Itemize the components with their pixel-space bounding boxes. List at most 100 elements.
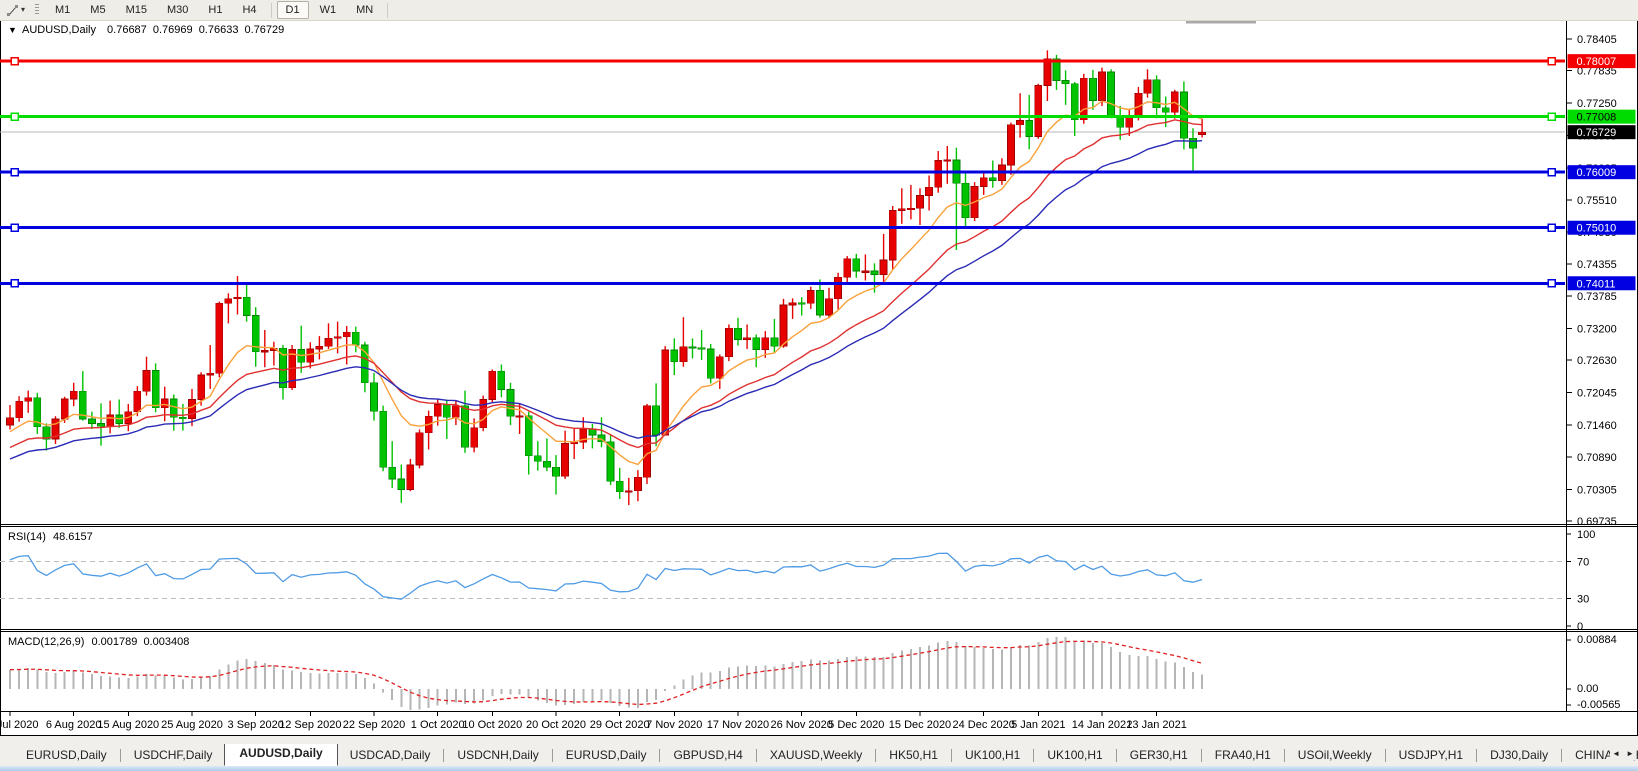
candle xyxy=(371,383,378,411)
chart-tab-uk100-h1[interactable]: UK100,H1 xyxy=(953,745,1032,766)
macd-name: MACD(12,26,9) xyxy=(8,636,84,648)
rsi-name: RSI(14) xyxy=(8,531,46,543)
candle xyxy=(525,416,532,456)
chart-tab-eurusd-daily[interactable]: EURUSD,Daily xyxy=(14,745,119,766)
title-close: 0.76729 xyxy=(245,24,285,36)
candle xyxy=(61,399,68,419)
timeframe-button-m15[interactable]: M15 xyxy=(117,1,156,19)
candle xyxy=(489,371,496,399)
chart-tab-usdchf-daily[interactable]: USDCHF,Daily xyxy=(122,745,225,766)
tab-divider xyxy=(756,749,757,762)
timeframe-button-mn[interactable]: MN xyxy=(347,1,382,19)
line-handle[interactable] xyxy=(1548,280,1555,287)
date-tick-label: 14 Jan 2021 xyxy=(1072,719,1133,731)
chart-tab-ger30-h1[interactable]: GER30,H1 xyxy=(1118,745,1200,766)
date-tick-label: 25 Aug 2020 xyxy=(161,719,223,731)
timeframe-button-h4[interactable]: H4 xyxy=(233,1,265,19)
candle xyxy=(1099,72,1106,100)
candle xyxy=(798,303,805,304)
candle xyxy=(88,419,95,423)
chart-tab-audusd-daily[interactable]: AUDUSD,Daily xyxy=(224,744,337,766)
date-tick-label: 29 Oct 2020 xyxy=(590,719,650,731)
candle xyxy=(980,178,987,187)
candle xyxy=(962,183,969,217)
hline-price-tag-label: 0.76009 xyxy=(1577,167,1617,179)
line-handle[interactable] xyxy=(11,224,18,231)
macd-axis-label: 0.00 xyxy=(1577,683,1598,695)
line-handle[interactable] xyxy=(1548,58,1555,65)
chart-tab-usoil-weekly[interactable]: USOil,Weekly xyxy=(1286,745,1384,766)
candle xyxy=(152,371,159,408)
chart-tab-usdcnh-daily[interactable]: USDCNH,Daily xyxy=(445,745,550,766)
candle xyxy=(862,271,869,272)
chart-tab-hk50-h1[interactable]: HK50,H1 xyxy=(877,745,950,766)
tab-divider xyxy=(1201,749,1202,762)
tab-divider xyxy=(1116,749,1117,762)
candle xyxy=(389,467,396,479)
line-handle[interactable] xyxy=(11,169,18,176)
timeframe-button-h1[interactable]: H1 xyxy=(199,1,231,19)
candle xyxy=(571,442,578,443)
chart-canvas[interactable]: 0.784050.778350.772500.766650.760850.755… xyxy=(0,0,1638,771)
rsi-axis-label: 30 xyxy=(1577,593,1589,605)
timeframe-button-m1[interactable]: M1 xyxy=(46,1,79,19)
chart-tab-fra40-h1[interactable]: FRA40,H1 xyxy=(1203,745,1283,766)
chart-tab-uk100-h1[interactable]: UK100,H1 xyxy=(1035,745,1114,766)
line-handle[interactable] xyxy=(1548,169,1555,176)
candle xyxy=(744,338,751,340)
date-tick-label: 24 Dec 2020 xyxy=(953,719,1015,731)
timeframe-button-w1[interactable]: W1 xyxy=(311,1,346,19)
chart-tab-usdcad-daily[interactable]: USDCAD,Daily xyxy=(338,745,443,766)
chart-tab-eurusd-daily[interactable]: EURUSD,Daily xyxy=(554,745,659,766)
chart-tab-dj30-daily[interactable]: DJ30,Daily xyxy=(1478,745,1560,766)
date-tick-label: 15 Dec 2020 xyxy=(889,719,951,731)
candle xyxy=(944,160,951,161)
candle xyxy=(216,303,223,373)
timeframe-button-m5[interactable]: M5 xyxy=(81,1,114,19)
mt4-window: ▾ M1M5M15M30H1H4 D1W1MN 0.784050.778350.7… xyxy=(0,0,1638,771)
rsi-line xyxy=(10,553,1202,599)
timeframe-button-m30[interactable]: M30 xyxy=(158,1,197,19)
candle xyxy=(471,428,478,447)
line-handle[interactable] xyxy=(11,113,18,120)
chart-tab-gbpusd-h4[interactable]: GBPUSD,H4 xyxy=(661,745,754,766)
cursor-tool-button[interactable]: ▾ xyxy=(0,1,31,19)
timeframe-button-d1[interactable]: D1 xyxy=(277,1,309,19)
date-tick-label: 20 Oct 2020 xyxy=(526,719,586,731)
price-tick-label: 0.75510 xyxy=(1577,195,1617,207)
price-tick-label: 0.73200 xyxy=(1577,323,1617,335)
collapse-icon[interactable]: ▼ xyxy=(8,25,17,35)
price-axis[interactable]: 0.784050.778350.772500.766650.760850.755… xyxy=(1566,34,1636,711)
line-handle[interactable] xyxy=(11,280,18,287)
chart-tab-usdjpy-h1[interactable]: USDJPY,H1 xyxy=(1387,745,1475,766)
chart-tab-xauusd-weekly[interactable]: XAUUSD,Weekly xyxy=(758,745,874,766)
candle xyxy=(1126,117,1133,127)
candle xyxy=(443,405,450,418)
rsi-axis-label: 100 xyxy=(1577,529,1595,541)
line-handle[interactable] xyxy=(11,58,18,65)
date-tick-label: 5 Dec 2020 xyxy=(828,719,884,731)
chevron-down-icon: ▾ xyxy=(21,6,25,14)
tab-scroll-left-icon[interactable]: ◄ xyxy=(1612,748,1620,760)
candle xyxy=(398,479,405,490)
line-handle[interactable] xyxy=(1548,224,1555,231)
toolbar-drag-handle[interactable] xyxy=(35,4,39,16)
title-symbol: AUDUSD,Daily xyxy=(22,24,96,36)
candle xyxy=(498,371,505,389)
candle xyxy=(516,416,523,417)
candle xyxy=(225,299,232,303)
candle xyxy=(352,332,359,345)
cursor-tool-icon xyxy=(6,4,19,17)
candle xyxy=(653,406,660,435)
candle xyxy=(880,260,887,274)
tab-scroll-right-icon[interactable]: ► xyxy=(1626,748,1634,760)
time-axis[interactable]: 28 Jul 20206 Aug 202015 Aug 202025 Aug 2… xyxy=(0,712,1187,731)
candle xyxy=(698,348,705,349)
macd-axis-label: 0.00884 xyxy=(1577,634,1617,646)
tab-scroll-buttons: ◄ ► xyxy=(1610,748,1636,760)
candle xyxy=(198,375,205,399)
candle xyxy=(762,338,769,350)
date-tick-label: 28 Jul 2020 xyxy=(0,719,38,731)
line-handle[interactable] xyxy=(1548,113,1555,120)
candle xyxy=(616,481,623,492)
